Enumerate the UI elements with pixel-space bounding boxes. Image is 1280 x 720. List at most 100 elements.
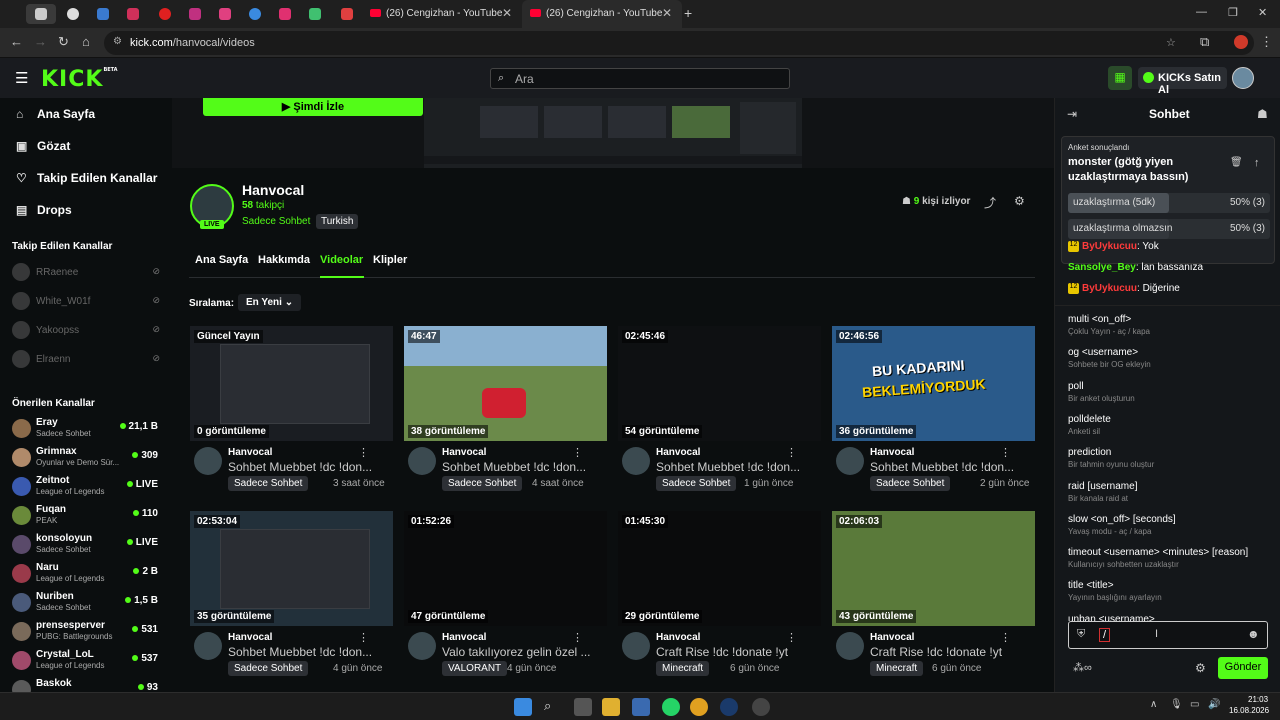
followed-channel[interactable]: RRaenee ⊘: [12, 263, 162, 283]
video-thumbnail[interactable]: 01:52:26 47 görüntüleme: [404, 511, 607, 626]
dashboard-icon[interactable]: ▦: [1108, 66, 1132, 90]
video-category-tag[interactable]: Sadece Sohbet: [870, 476, 951, 491]
settings-icon[interactable]: ⚙: [1014, 194, 1025, 208]
command-item[interactable]: poll Bir anket oluşturun: [1068, 381, 1135, 403]
microphone-icon[interactable]: 🎙: [1170, 699, 1183, 710]
video-title[interactable]: Sohbet Muebbet !dc !don...: [656, 460, 818, 474]
video-thumbnail[interactable]: BU KADARINI BEKLEMİYORDUK 02:46:56 36 görün…: [832, 326, 1035, 441]
channel-avatar[interactable]: LIVE: [190, 184, 234, 229]
avatar[interactable]: [194, 447, 222, 475]
language-tag[interactable]: Turkish: [316, 214, 359, 229]
recommended-channel[interactable]: Crystal_LoL League of Legends 537: [12, 648, 162, 674]
back-icon[interactable]: ←: [10, 34, 23, 49]
video-card[interactable]: 01:52:26 47 görüntüleme Hanvocal ⋮ Valo takı…: [404, 511, 607, 683]
chat-settings-icon[interactable]: ⚙: [1195, 661, 1206, 675]
browser-tab-2[interactable]: (26) Cengizhan - YouTube ✕: [522, 0, 682, 28]
pinned-tab-7[interactable]: [210, 4, 240, 24]
video-thumbnail[interactable]: 02:06:03 43 görüntüleme: [832, 511, 1035, 626]
stream-preview[interactable]: [424, 98, 802, 168]
command-item[interactable]: raid [username] Bir kanala raid at: [1068, 481, 1137, 503]
app-icon[interactable]: [752, 698, 770, 716]
video-card[interactable]: 02:53:04 35 görüntüleme Hanvocal ⋮ Sohbet Mu…: [190, 511, 393, 683]
video-channel[interactable]: Hanvocal: [870, 447, 914, 458]
command-item[interactable]: prediction Bir tahmin oyunu oluştur: [1068, 447, 1154, 469]
menu-icon[interactable]: ⋮: [1260, 34, 1273, 50]
collapse-chat-icon[interactable]: ⇥: [1067, 107, 1077, 121]
star-icon[interactable]: ☆: [1166, 36, 1176, 49]
file-explorer-icon[interactable]: [602, 698, 620, 716]
recommended-channel[interactable]: Eray Sadece Sohbet 21,1 B: [12, 416, 162, 442]
arrow-up-icon[interactable]: ↑: [1254, 157, 1260, 169]
search-input[interactable]: ⌕ Ara: [490, 68, 790, 89]
user-avatar[interactable]: [1232, 67, 1254, 89]
recommended-channel[interactable]: Grimnax Oyunlar ve Demo Sür... 309: [12, 445, 162, 471]
sidebar-item-home[interactable]: ⌂ Ana Sayfa: [16, 107, 95, 121]
store-icon[interactable]: [632, 698, 650, 716]
avatar[interactable]: [622, 447, 650, 475]
emoji-icon[interactable]: ☻: [1247, 627, 1260, 641]
chat-input[interactable]: ⛨ / I ☻: [1068, 621, 1268, 649]
more-options-icon[interactable]: ⋮: [1000, 631, 1011, 644]
video-title[interactable]: Sohbet Muebbet !dc !don...: [870, 460, 1032, 474]
video-category-tag[interactable]: VALORANT: [442, 661, 508, 676]
video-channel[interactable]: Hanvocal: [442, 632, 486, 643]
recommended-channel[interactable]: Nuriben Sadece Sohbet 1,5 B: [12, 590, 162, 616]
video-channel[interactable]: Hanvocal: [870, 632, 914, 643]
close-window-button[interactable]: ✕: [1258, 6, 1267, 19]
tab-home[interactable]: Ana Sayfa: [195, 254, 248, 266]
task-view-icon[interactable]: [574, 698, 592, 716]
minimize-button[interactable]: —: [1196, 6, 1207, 18]
video-channel[interactable]: Hanvocal: [656, 632, 700, 643]
followed-channel[interactable]: Yakoopss ⊘: [12, 321, 162, 341]
site-info-icon[interactable]: ⚙: [113, 36, 122, 47]
video-card[interactable]: 01:45:30 29 görüntüleme Hanvocal ⋮ Craft Ris…: [618, 511, 821, 683]
video-channel[interactable]: Hanvocal: [442, 447, 486, 458]
chat-username[interactable]: ByUykucuu: [1082, 241, 1137, 252]
tab-clips[interactable]: Klipler: [373, 254, 407, 266]
tray-chevron-icon[interactable]: ∧: [1150, 699, 1157, 710]
video-category-tag[interactable]: Sadece Sohbet: [656, 476, 737, 491]
video-thumbnail[interactable]: 01:45:30 29 görüntüleme: [618, 511, 821, 626]
video-card[interactable]: 02:06:03 43 görüntüleme Hanvocal ⋮ Craft Ris…: [832, 511, 1035, 683]
sort-dropdown[interactable]: En Yeni ⌄: [238, 294, 302, 311]
more-options-icon[interactable]: ⋮: [786, 631, 797, 644]
command-item[interactable]: polldelete Anketi sil: [1068, 414, 1111, 436]
command-item[interactable]: unban <username>: [1068, 614, 1155, 621]
network-icon[interactable]: ▭: [1190, 699, 1199, 710]
avatar[interactable]: [408, 447, 436, 475]
avatar[interactable]: [194, 632, 222, 660]
pinned-tab-5[interactable]: [150, 4, 180, 24]
video-card[interactable]: Güncel Yayın 0 görüntüleme Hanvocal ⋮ Sohbet…: [190, 326, 393, 498]
steam-icon[interactable]: [720, 698, 738, 716]
video-category-tag[interactable]: Minecraft: [870, 661, 924, 676]
video-thumbnail[interactable]: Güncel Yayın 0 görüntüleme: [190, 326, 393, 441]
recommended-channel[interactable]: Zeitnot League of Legends LIVE: [12, 474, 162, 500]
video-channel[interactable]: Hanvocal: [656, 447, 700, 458]
avatar[interactable]: [622, 632, 650, 660]
command-item[interactable]: timeout <username> <minutes> [reason] Kul…: [1068, 547, 1248, 569]
video-channel[interactable]: Hanvocal: [228, 632, 272, 643]
search-icon[interactable]: ⌕: [544, 698, 562, 716]
close-tab-icon[interactable]: ✕: [502, 6, 512, 20]
buy-kicks-button[interactable]: KICKs Satın Al: [1138, 67, 1227, 96]
chat-username[interactable]: Sansolye_Bey: [1068, 262, 1136, 273]
video-thumbnail[interactable]: 46:47 38 görüntüleme: [404, 326, 607, 441]
pinned-tab-4[interactable]: [118, 4, 148, 24]
avatar[interactable]: [836, 447, 864, 475]
pinned-tab-6[interactable]: [180, 4, 210, 24]
whatsapp-icon[interactable]: [662, 698, 680, 716]
command-item[interactable]: multi <on_off> Çoklu Yayın - aç / kapa: [1068, 314, 1150, 336]
recommended-channel[interactable]: Fuqan PEAK 110: [12, 503, 162, 529]
video-title[interactable]: Sohbet Muebbet !dc !don...: [228, 645, 390, 659]
tab-videos[interactable]: Videolar: [320, 254, 363, 266]
sidebar-item-drops[interactable]: ▤ Drops: [16, 203, 72, 217]
maximize-button[interactable]: ❐: [1228, 6, 1238, 19]
pinned-tab-9[interactable]: [270, 4, 300, 24]
watch-now-button[interactable]: ▶ Şimdi İzle: [203, 98, 423, 116]
close-tab-icon[interactable]: ✕: [662, 6, 672, 20]
windows-start-icon[interactable]: [514, 698, 532, 716]
recommended-channel[interactable]: Baskok 93: [12, 677, 162, 692]
more-options-icon[interactable]: ⋮: [572, 631, 583, 644]
forward-icon[interactable]: →: [34, 34, 47, 49]
kick-logo[interactable]: KICKBETA: [41, 67, 118, 92]
